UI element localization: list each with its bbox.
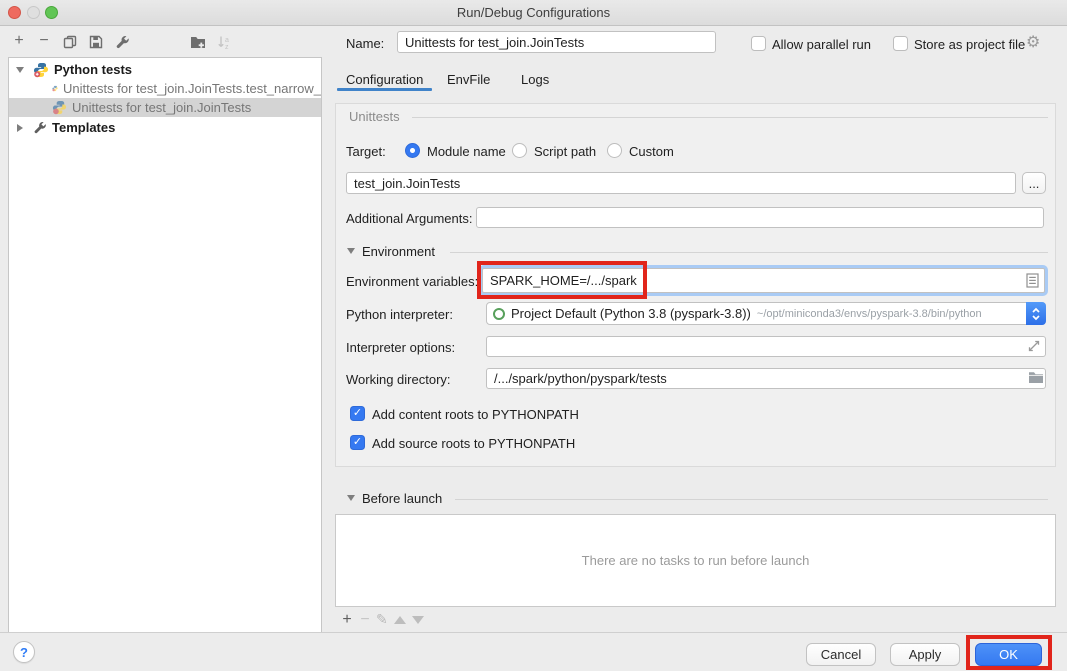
module-name-input[interactable]: test_join.JoinTests bbox=[346, 172, 1016, 194]
name-input[interactable]: Unittests for test_join.JoinTests bbox=[397, 31, 716, 53]
remove-configuration-icon[interactable]: − bbox=[35, 32, 53, 50]
tab-envfile[interactable]: EnvFile bbox=[447, 72, 490, 87]
python-interpreter-select[interactable]: Project Default (Python 3.8 (pyspark-3.8… bbox=[486, 302, 1046, 325]
name-value: Unittests for test_join.JoinTests bbox=[405, 35, 584, 50]
sort-configurations-icon[interactable]: az bbox=[215, 33, 233, 51]
footer-separator bbox=[0, 632, 1067, 633]
working-directory-value: /.../spark/python/pyspark/tests bbox=[494, 371, 667, 386]
interpreter-dropdown-stepper[interactable] bbox=[1026, 302, 1046, 325]
add-content-roots-checkbox[interactable]: ✓ bbox=[350, 406, 365, 421]
edit-task-icon[interactable]: ✎ bbox=[376, 611, 388, 628]
before-launch-empty-text: There are no tasks to run before launch bbox=[582, 553, 810, 568]
before-launch-collapse-icon[interactable] bbox=[347, 495, 355, 501]
expand-icon[interactable] bbox=[17, 124, 23, 132]
unittests-group-title: Unittests bbox=[349, 109, 400, 124]
store-as-project-file-label: Store as project file bbox=[914, 37, 1025, 52]
move-task-up-icon[interactable] bbox=[394, 616, 406, 624]
environment-variables-label: Environment variables: bbox=[346, 274, 478, 289]
create-folder-icon[interactable] bbox=[189, 33, 207, 51]
title-bar: Run/Debug Configurations bbox=[0, 0, 1067, 26]
conda-environment-icon bbox=[493, 308, 505, 320]
target-script-path-radio[interactable] bbox=[512, 143, 527, 158]
before-launch-rule bbox=[455, 499, 1048, 500]
svg-text:a: a bbox=[225, 37, 229, 44]
before-launch-header: Before launch bbox=[362, 491, 442, 506]
close-window-button[interactable] bbox=[8, 6, 21, 19]
environment-collapse-icon[interactable] bbox=[347, 248, 355, 254]
tab-logs[interactable]: Logs bbox=[521, 72, 549, 87]
move-task-down-icon[interactable] bbox=[412, 616, 424, 624]
tree-item-label: Unittests for test_join.JoinTests bbox=[72, 100, 251, 115]
allow-parallel-run-checkbox[interactable] bbox=[751, 36, 766, 51]
target-custom-radio[interactable] bbox=[607, 143, 622, 158]
python-interpreter-value: Project Default (Python 3.8 (pyspark-3.8… bbox=[511, 306, 751, 321]
configurations-tree: Python tests Unittests for test_join.Joi… bbox=[8, 57, 322, 633]
expand-field-icon[interactable] bbox=[1028, 340, 1040, 352]
cancel-button[interactable]: Cancel bbox=[806, 643, 876, 666]
add-configuration-icon[interactable]: + bbox=[10, 32, 28, 50]
copy-configuration-icon[interactable] bbox=[61, 33, 79, 51]
configurations-toolbar: + − az bbox=[0, 30, 330, 54]
python-tests-icon bbox=[33, 62, 49, 78]
active-tab-underline bbox=[337, 88, 432, 91]
python-test-config-icon bbox=[52, 100, 67, 115]
templates-wrench-icon bbox=[33, 121, 47, 135]
python-interpreter-label: Python interpreter: bbox=[346, 307, 453, 322]
browse-folder-icon[interactable] bbox=[1028, 371, 1044, 384]
working-directory-label: Working directory: bbox=[346, 372, 451, 387]
collapse-icon[interactable] bbox=[16, 67, 24, 73]
add-content-roots-label: Add content roots to PYTHONPATH bbox=[372, 407, 579, 422]
edit-environment-variables-icon[interactable] bbox=[1026, 273, 1039, 288]
tree-item-jointests-selected[interactable]: Unittests for test_join.JoinTests bbox=[9, 98, 321, 117]
unittests-group-rule bbox=[412, 117, 1048, 118]
annotation-box-ok-button bbox=[966, 635, 1052, 670]
tree-item-templates[interactable]: Templates bbox=[9, 118, 321, 137]
store-as-project-file-checkbox[interactable] bbox=[893, 36, 908, 51]
target-module-name-radio[interactable] bbox=[405, 143, 420, 158]
working-directory-input[interactable]: /.../spark/python/pyspark/tests bbox=[486, 368, 1046, 389]
tab-configuration[interactable]: Configuration bbox=[346, 72, 423, 87]
chevron-up-down-icon bbox=[1029, 305, 1043, 323]
environment-header: Environment bbox=[362, 244, 435, 259]
annotation-box-environment-variables bbox=[477, 261, 647, 299]
add-source-roots-label: Add source roots to PYTHONPATH bbox=[372, 436, 575, 451]
target-custom-label: Custom bbox=[629, 144, 674, 159]
python-test-config-icon bbox=[52, 81, 58, 96]
target-module-name-label: Module name bbox=[427, 144, 506, 159]
interpreter-options-label: Interpreter options: bbox=[346, 340, 455, 355]
help-button[interactable]: ? bbox=[13, 641, 35, 663]
window-title: Run/Debug Configurations bbox=[0, 0, 1067, 25]
zoom-window-button[interactable] bbox=[45, 6, 58, 19]
apply-button[interactable]: Apply bbox=[890, 643, 960, 666]
tree-item-label: Python tests bbox=[54, 62, 132, 77]
python-interpreter-path: ~/opt/miniconda3/envs/pyspark-3.8/bin/py… bbox=[757, 308, 982, 320]
svg-text:z: z bbox=[225, 44, 229, 50]
tree-item-python-tests[interactable]: Python tests bbox=[9, 60, 321, 79]
name-label: Name: bbox=[346, 36, 384, 51]
gear-icon[interactable]: ⚙ bbox=[1026, 32, 1040, 52]
environment-rule bbox=[450, 252, 1048, 253]
interpreter-options-input[interactable] bbox=[486, 336, 1046, 357]
before-launch-task-list: There are no tasks to run before launch bbox=[335, 514, 1056, 607]
additional-arguments-label: Additional Arguments: bbox=[346, 211, 472, 226]
tree-item-label: Unittests for test_join.JoinTests.test_n… bbox=[63, 81, 321, 96]
module-name-value: test_join.JoinTests bbox=[354, 176, 460, 191]
allow-parallel-run-label: Allow parallel run bbox=[772, 37, 871, 52]
remove-task-icon[interactable]: − bbox=[356, 611, 374, 629]
edit-templates-icon[interactable] bbox=[113, 33, 131, 51]
add-source-roots-checkbox[interactable]: ✓ bbox=[350, 435, 365, 450]
additional-arguments-input[interactable] bbox=[476, 207, 1044, 228]
browse-module-button[interactable]: ... bbox=[1022, 172, 1046, 194]
minimize-window-button[interactable] bbox=[27, 6, 40, 19]
save-configuration-icon[interactable] bbox=[87, 33, 105, 51]
add-task-icon[interactable]: + bbox=[338, 611, 356, 629]
tree-item-label: Templates bbox=[52, 120, 115, 135]
target-script-path-label: Script path bbox=[534, 144, 596, 159]
tree-item-test-narrow[interactable]: Unittests for test_join.JoinTests.test_n… bbox=[9, 79, 321, 98]
target-label: Target: bbox=[346, 144, 386, 159]
